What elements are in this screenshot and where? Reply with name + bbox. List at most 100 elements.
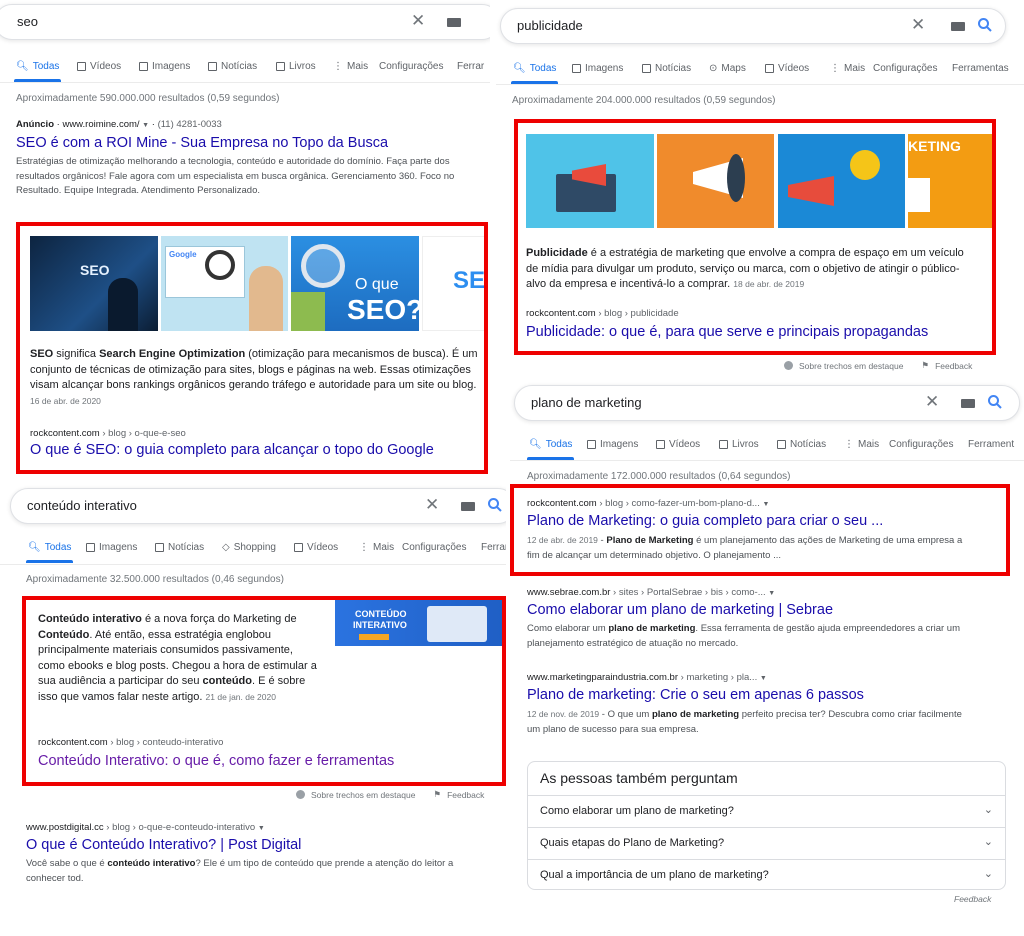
result-title-link[interactable]: Plano de Marketing: o guia completo para… [527,512,967,530]
feedback-link[interactable]: Feedback [447,790,484,800]
clear-icon[interactable]: ✕ [911,16,925,34]
image-button-shape [359,634,389,640]
tab-noticias[interactable]: Notícias [155,537,204,557]
tab-ferramentas[interactable]: Ferrament [968,434,1014,454]
tab-mais[interactable]: ⋮ Mais [844,434,879,454]
help-icon [296,790,305,799]
tab-videos[interactable]: Vídeos [765,58,809,78]
tab-ferramentas[interactable]: Ferram [481,537,506,557]
search-icon[interactable] [987,394,1003,410]
featured-image-4[interactable]: SE [422,236,486,331]
feedback-link[interactable]: Feedback [935,361,972,371]
result-stats: Aproximadamente 590.000.000 resultados (… [16,93,280,104]
result-cite: rockcontent.com › blog › como-fazer-um-b… [527,498,770,509]
tab-livros[interactable]: Livros [276,56,316,76]
tab-ferramentas[interactable]: Ferrar [457,56,484,76]
tab-livros[interactable]: Livros [719,434,759,454]
tab-configuracoes[interactable]: Configurações [379,56,443,76]
clear-icon[interactable]: ✕ [425,496,439,514]
ad-url[interactable]: www.roimine.com/ [62,119,139,130]
tab-todas[interactable]: 🔍︎ Todas [510,58,559,84]
image-caption-3: O que [355,276,399,293]
featured-snippet-text: Publicidade é a estratégia de marketing … [526,247,964,290]
search-icon: 🔍︎ [16,60,29,72]
tab-shopping[interactable]: ◇ Shopping [222,537,276,557]
tab-configuracoes[interactable]: Configurações [873,58,937,78]
tab-ferramentas[interactable]: Ferramentas [952,58,1009,78]
result-title-link[interactable]: Como elaborar um plano de marketing | Se… [527,601,967,619]
search-box[interactable]: plano de marketing ✕ [514,385,1020,421]
clear-icon[interactable]: ✕ [411,12,425,30]
tab-mais[interactable]: ⋮ Mais [830,58,865,78]
search-box[interactable]: seo ✕ [0,4,490,40]
search-query[interactable]: conteúdo interativo [27,498,137,513]
news-icon [155,542,164,552]
tab-videos[interactable]: Vídeos [656,434,700,454]
keyboard-icon[interactable] [961,399,975,408]
paa-question[interactable]: Como elaborar um plano de marketing? ⌄ [528,795,1005,826]
tab-configuracoes[interactable]: Configurações [402,537,466,557]
ad-title-link[interactable]: SEO é com a ROI Mine - Sua Empresa no To… [16,134,456,152]
tab-imagens[interactable]: Imagens [86,537,137,557]
search-icon[interactable] [977,17,993,33]
tab-noticias[interactable]: Notícias [208,56,257,76]
clear-icon[interactable]: ✕ [925,393,939,411]
result-title-link[interactable]: Plano de marketing: Crie o seu em apenas… [527,686,967,704]
keyboard-icon[interactable] [447,18,461,27]
organic-result: www.postdigital.cc › blog › o-que-e-cont… [26,822,466,886]
tab-todas[interactable]: 🔍︎ Todas [13,56,62,82]
ad-phone[interactable]: (11) 4281-0033 [158,119,222,130]
dropdown-icon[interactable]: ▼ [258,825,265,832]
featured-title-link[interactable]: Publicidade: o que é, para que serve e p… [526,323,928,341]
paa-question[interactable]: Qual a importância de um plano de market… [528,859,1005,890]
featured-image-2[interactable] [657,134,774,228]
tab-todas[interactable]: 🔍︎ Todas [25,537,74,563]
featured-title-link[interactable]: Conteúdo Interativo: o que é, como fazer… [38,752,394,770]
featured-image-1[interactable] [526,134,654,228]
keyboard-icon[interactable] [461,502,475,511]
about-snippets-link[interactable]: Sobre trechos em destaque [311,790,415,800]
dropdown-icon[interactable]: ▼ [760,675,767,682]
result-title-link[interactable]: O que é Conteúdo Interativo? | Post Digi… [26,836,466,854]
featured-title-link[interactable]: O que é SEO: o guia completo para alcanç… [30,441,434,459]
tab-maps[interactable]: ⊙ Maps [709,58,746,78]
tab-mais[interactable]: ⋮ Mais [359,537,394,557]
tab-noticias[interactable]: Notícias [642,58,691,78]
more-vert-icon: ⋮ [333,60,343,72]
search-query[interactable]: plano de marketing [531,395,642,410]
featured-image-3[interactable] [778,134,905,228]
snippet-date: 16 de abr. de 2020 [30,395,101,406]
search-icon[interactable] [487,497,503,513]
image-caption-4: KETING [908,138,961,154]
featured-image-1[interactable]: SEO [30,236,158,331]
search-box[interactable]: publicidade ✕ [500,8,1006,44]
search-query[interactable]: seo [17,14,38,29]
keyboard-icon[interactable] [951,22,965,31]
tab-videos[interactable]: Vídeos [77,56,121,76]
featured-image[interactable]: CONTEÚDO INTERATIVO [335,600,503,646]
person-silhouette [108,278,138,331]
dropdown-icon[interactable]: ▼ [768,590,775,597]
result-snippet: 12 de nov. de 2019 - O que um plano de m… [527,709,962,735]
paa-question[interactable]: Quais etapas do Plano de Marketing? ⌄ [528,827,1005,858]
tab-imagens[interactable]: Imagens [139,56,190,76]
result-cite: www.marketingparaindustria.com.br › mark… [527,672,767,683]
featured-image-2[interactable]: Google [161,236,288,331]
featured-image-4[interactable]: KETING [908,134,992,228]
featured-image-3[interactable]: O que SEO? [291,236,419,331]
tab-imagens[interactable]: Imagens [572,58,623,78]
tab-noticias[interactable]: Notícias [777,434,826,454]
tab-configuracoes[interactable]: Configurações [889,434,953,454]
dropdown-icon[interactable]: ▼ [142,122,149,129]
dropdown-icon[interactable]: ▼ [762,501,769,508]
search-query[interactable]: publicidade [517,18,583,33]
tab-imagens[interactable]: Imagens [587,434,638,454]
people-also-ask: As pessoas também perguntam Como elabora… [527,761,1006,890]
feedback-link[interactable]: Feedback [954,894,991,904]
tab-videos[interactable]: Vídeos [294,537,338,557]
tab-todas[interactable]: 🔍︎ Todas [526,434,575,460]
person-shape [249,266,283,331]
search-box[interactable]: conteúdo interativo ✕ [10,488,506,524]
about-snippets-link[interactable]: Sobre trechos em destaque [799,361,903,371]
tab-mais[interactable]: ⋮ Mais [333,56,368,76]
